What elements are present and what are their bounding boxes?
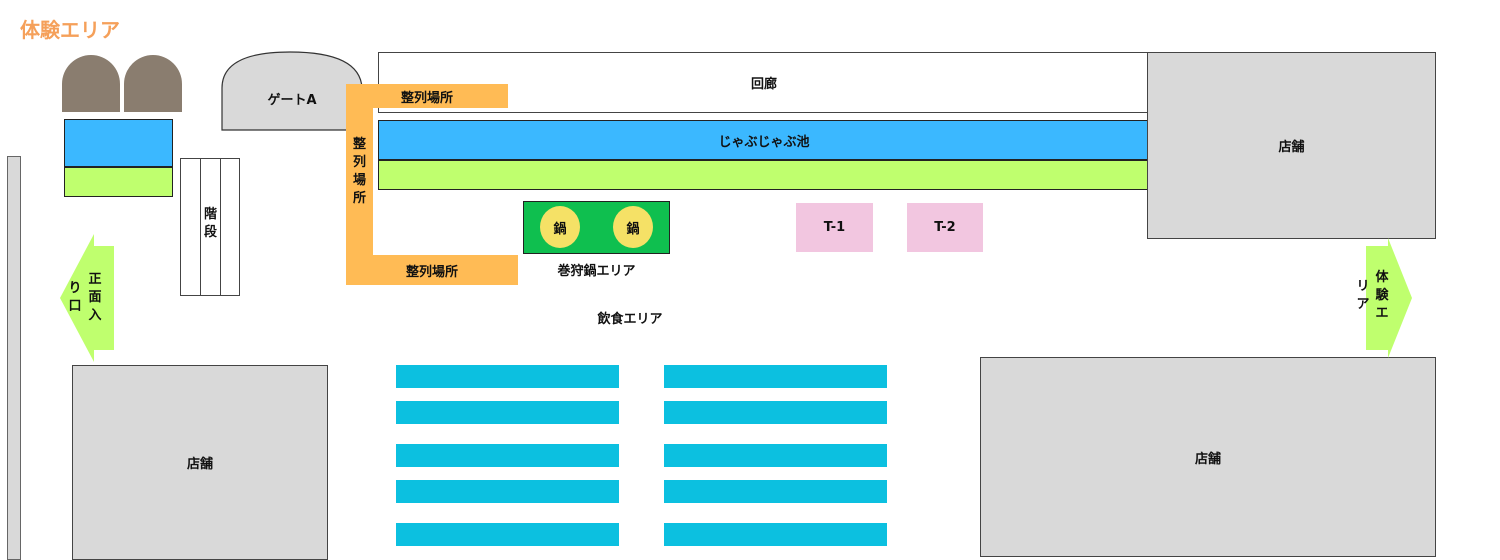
experience-area-col1: 体 験 エ xyxy=(1373,268,1391,324)
shop-top-right: 店舗 xyxy=(1147,52,1436,239)
experience-char-4: リ xyxy=(1356,279,1370,294)
queue-char-3: 場 xyxy=(352,173,366,188)
experience-char-5: ア xyxy=(1356,297,1370,312)
seat-row xyxy=(664,523,887,546)
seat-row xyxy=(396,365,619,388)
pot-area-label: 巻狩鍋エリア xyxy=(557,263,636,279)
arch-right xyxy=(124,55,182,112)
main-entrance-col2: り 口 xyxy=(66,279,84,317)
stairs-right-step xyxy=(220,158,240,296)
seat-row xyxy=(396,480,619,503)
main-entrance-char-1: 正 xyxy=(88,272,102,287)
queue-char-2: 列 xyxy=(352,155,366,170)
experience-char-3: エ xyxy=(1375,306,1389,321)
main-entrance-char-2: 面 xyxy=(88,290,102,305)
main-entrance-char-5: 口 xyxy=(68,299,82,314)
small-pool xyxy=(64,119,173,167)
seat-row xyxy=(396,401,619,424)
left-wall xyxy=(7,156,21,560)
main-entrance-char-4: り xyxy=(68,281,82,296)
food-area-label: 飲食エリア xyxy=(597,311,663,327)
small-lawn xyxy=(64,167,173,197)
queue-bottom: 整列場所 xyxy=(346,255,518,285)
table-t1: T-1 xyxy=(796,203,873,252)
experience-char-2: 験 xyxy=(1375,288,1389,303)
page-title: 体験エリア xyxy=(20,18,120,42)
seat-row xyxy=(664,480,887,503)
seat-row xyxy=(664,444,887,467)
pot-right: 鍋 xyxy=(613,206,653,248)
stairs-char-2: 段 xyxy=(203,225,217,240)
queue-char-1: 整 xyxy=(352,137,366,152)
seat-row xyxy=(396,523,619,546)
stairs: 階 段 xyxy=(180,158,240,296)
shop-bottom-left: 店舗 xyxy=(72,365,328,560)
main-entrance-col1: 正 面 入 xyxy=(86,270,104,326)
gate-a-label: ゲートA xyxy=(267,92,317,108)
queue-top: 整列場所 xyxy=(346,84,508,108)
queue-char-4: 所 xyxy=(352,191,366,206)
stairs-left-step xyxy=(180,158,201,296)
stairs-label: 階 段 xyxy=(200,204,221,244)
experience-area-col2: リ ア xyxy=(1354,277,1372,315)
table-t2: T-2 xyxy=(907,203,983,252)
stairs-char-1: 階 xyxy=(203,207,217,222)
main-entrance-char-3: 入 xyxy=(88,308,102,323)
experience-char-1: 体 xyxy=(1375,270,1389,285)
shop-bottom-right: 店舗 xyxy=(980,357,1436,557)
seat-row xyxy=(396,444,619,467)
queue-vertical-label: 整 列 場 所 xyxy=(346,132,373,212)
arch-left xyxy=(62,55,120,112)
arch-shapes xyxy=(62,55,182,112)
pool-lawn xyxy=(378,160,1150,190)
seat-row xyxy=(664,365,887,388)
pool: じゃぶじゃぶ池 xyxy=(378,120,1150,160)
pot-left: 鍋 xyxy=(540,206,580,248)
seat-row xyxy=(664,401,887,424)
